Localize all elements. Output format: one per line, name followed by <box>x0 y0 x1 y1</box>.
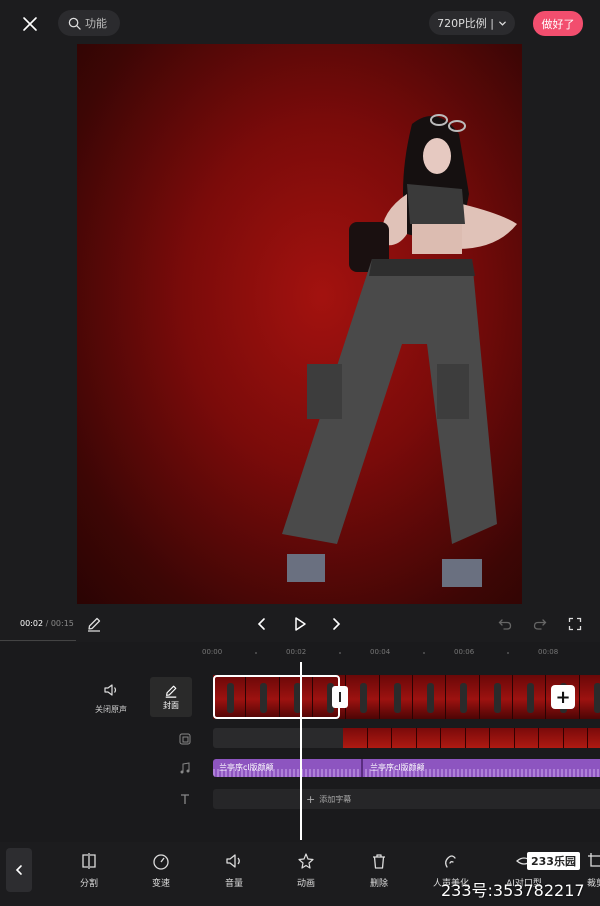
pencil-icon <box>88 617 101 632</box>
animation-icon <box>298 853 314 869</box>
time-divider <box>0 640 76 641</box>
tool-delete[interactable]: 删除 <box>354 852 404 889</box>
tool-label: 动画 <box>296 879 315 889</box>
edit-button[interactable] <box>84 614 104 634</box>
video-preview[interactable] <box>77 44 522 604</box>
plus-icon: + <box>306 793 316 806</box>
watermark-logo: 233乐园 <box>527 852 580 870</box>
ruler-tick: 00:06 <box>454 648 475 656</box>
selected-clip-outline <box>213 675 340 719</box>
search-features-button[interactable]: 功能 <box>58 10 120 36</box>
ratio-label: 720P比例 | <box>437 17 494 30</box>
text-track-icon <box>178 792 192 806</box>
play-button[interactable] <box>289 613 311 635</box>
speaker-icon <box>104 684 117 696</box>
trim-handle[interactable] <box>332 686 348 708</box>
tool-speed[interactable]: 变速 <box>136 852 186 889</box>
play-icon <box>295 617 306 631</box>
done-button[interactable]: 做好了 <box>533 11 583 36</box>
tool-label: 删除 <box>369 879 388 889</box>
timecode: 00:02 / 00:15 <box>20 619 74 628</box>
audio-clip-label: 兰亭序cl版颜颠 <box>370 763 425 772</box>
fullscreen-button[interactable] <box>565 614 585 634</box>
search-icon <box>68 17 81 30</box>
redo-button[interactable] <box>530 614 550 634</box>
chevron-down-icon <box>499 21 506 26</box>
watermark-text: 233号:353782217 <box>441 881 585 900</box>
add-subtitle-label: 添加字幕 <box>319 795 352 804</box>
video-editor: 功能 720P比例 | 做好了 00:02 / 00:15 00:00 00:0… <box>0 0 600 906</box>
mute-label: 关闭原声 <box>95 705 127 714</box>
playhead[interactable] <box>300 662 302 840</box>
cover-label: 封面 <box>163 700 179 710</box>
delete-icon <box>373 854 385 869</box>
close-icon <box>23 17 37 31</box>
time-ruler: 00:00 00:02 00:04 00:06 00:08 <box>0 648 600 662</box>
resolution-ratio-dropdown[interactable]: 720P比例 | <box>429 11 515 35</box>
search-label: 功能 <box>85 17 107 30</box>
audio-track[interactable]: 兰亭序cl版颜颠 兰亭序cl版颜颠 <box>213 759 600 777</box>
redo-icon <box>533 619 547 630</box>
chevron-right-icon <box>333 618 341 630</box>
current-time: 00:02 <box>20 619 44 628</box>
cover-button[interactable]: 封面 <box>150 677 192 717</box>
done-label: 做好了 <box>541 17 575 31</box>
ruler-tick: 00:04 <box>370 648 391 656</box>
overlay-track[interactable] <box>213 728 600 748</box>
tool-label: 分割 <box>79 879 98 889</box>
fullscreen-icon <box>568 617 582 631</box>
time-separator: / <box>43 619 51 628</box>
tool-label: 音量 <box>224 879 243 889</box>
crop-icon <box>588 853 600 867</box>
tool-label: 裁剪 <box>586 879 600 889</box>
top-bar: 功能 720P比例 | 做好了 <box>0 0 600 48</box>
tool-volume[interactable]: 音量 <box>209 852 259 889</box>
undo-button[interactable] <box>495 614 515 634</box>
subtitle-track[interactable] <box>213 789 600 809</box>
previous-frame-button[interactable] <box>252 614 272 634</box>
undo-icon <box>498 619 512 630</box>
split-icon <box>82 853 96 869</box>
tool-label: 变速 <box>151 879 170 889</box>
add-clip-button[interactable]: + <box>551 685 575 709</box>
mute-original-audio-button[interactable]: 关闭原声 <box>90 682 132 715</box>
character-figure <box>282 114 517 587</box>
chevron-left-icon <box>257 618 265 630</box>
overlay-track-icon <box>178 732 192 746</box>
voice-icon <box>445 855 456 868</box>
playback-controls: 00:02 / 00:15 <box>0 604 600 644</box>
close-button[interactable] <box>16 10 44 38</box>
volume-icon <box>226 854 240 868</box>
ruler-tick: 00:08 <box>538 648 559 656</box>
plus-icon: + <box>555 686 571 708</box>
back-button[interactable] <box>6 848 32 892</box>
pencil-icon <box>165 685 177 698</box>
ruler-tick: 00:02 <box>286 648 307 656</box>
next-frame-button[interactable] <box>326 614 346 634</box>
audio-clip-label: 兰亭序cl版颜颠 <box>219 763 274 772</box>
add-subtitle-button[interactable]: + 添加字幕 <box>306 793 351 806</box>
music-track-icon <box>178 761 192 775</box>
tool-split[interactable]: 分割 <box>64 852 114 889</box>
chevron-left-icon <box>15 865 22 875</box>
tool-animation[interactable]: 动画 <box>281 852 331 889</box>
total-time: 00:15 <box>50 619 74 628</box>
speed-icon <box>153 854 169 870</box>
ruler-tick: 00:00 <box>202 648 223 656</box>
